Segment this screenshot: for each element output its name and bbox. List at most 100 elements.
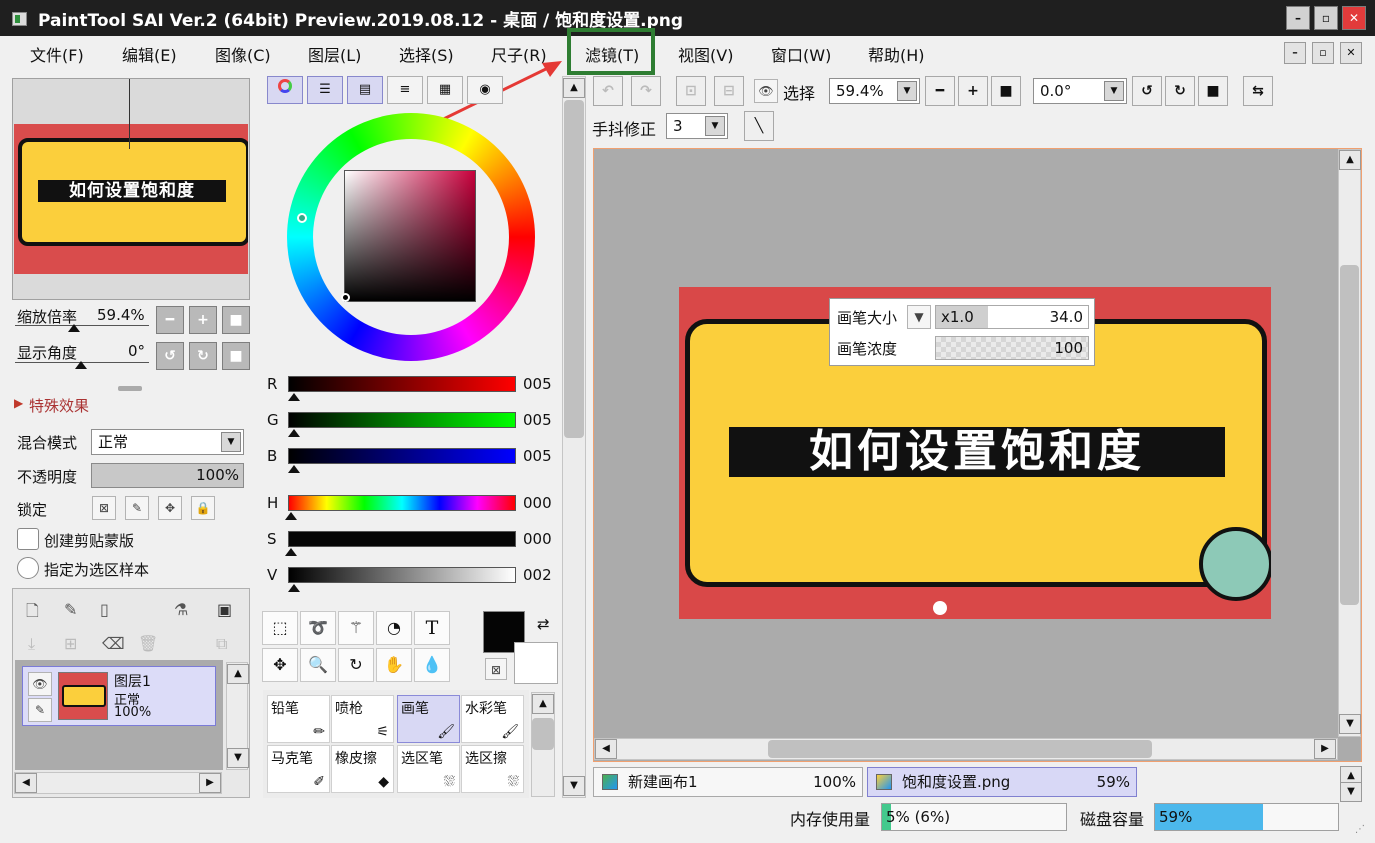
canvas-vscroll-thumb[interactable] — [1340, 265, 1359, 605]
channel-r-slider[interactable] — [288, 376, 516, 392]
zoom-tool[interactable]: 🔍 — [300, 648, 336, 682]
clip-mask-checkbox[interactable] — [17, 528, 39, 550]
merge-down-icon[interactable]: ⤓ — [28, 634, 35, 654]
channel-r-handle[interactable] — [288, 393, 300, 401]
rotate-reset-button[interactable]: ■ — [222, 342, 250, 370]
toolbar-zoom-in-button[interactable]: + — [958, 76, 988, 106]
doc-restore-button[interactable]: ▫ — [1312, 42, 1334, 64]
channel-s-handle[interactable] — [285, 548, 297, 556]
toolbar-rotate-reset-button[interactable]: ■ — [1198, 76, 1228, 106]
channel-g-handle[interactable] — [288, 429, 300, 437]
zoom-slider[interactable] — [15, 325, 149, 326]
opacity-bar[interactable]: 100% — [91, 463, 244, 488]
rotate-left-button[interactable]: ↺ — [156, 342, 184, 370]
brush-scroll-up-icon[interactable]: ▲ — [532, 694, 554, 714]
channel-h-slider[interactable] — [288, 495, 516, 511]
hsv-slider-tab[interactable]: ▤ — [347, 76, 383, 104]
effects-label[interactable]: 特殊效果 — [29, 395, 89, 416]
straight-line-button[interactable]: ╲ — [744, 111, 774, 141]
color-mixer-tab[interactable]: ◉ — [467, 76, 503, 104]
clear-layer-icon[interactable]: ⌫ — [102, 634, 125, 653]
selection-visibility-eye-icon[interactable]: 👁 — [754, 79, 778, 103]
copy-layer-icon[interactable]: ⊞ — [64, 634, 77, 653]
brush-airbrush[interactable]: 喷枪 ⚟ — [331, 695, 394, 743]
sv-handle[interactable] — [341, 293, 350, 302]
new-layer-icon[interactable]: 🗋 — [26, 600, 39, 627]
doc-tab-saturation[interactable]: 饱和度设置.png 59% — [867, 767, 1137, 797]
layer-transfer-icon[interactable]: ⧉ — [216, 634, 227, 654]
blend-mode-select[interactable]: 正常 ▼ — [91, 429, 244, 455]
panel-splitter[interactable] — [118, 386, 142, 391]
channel-r-value[interactable]: 005 — [523, 375, 552, 393]
scratchpad-tab[interactable]: ▦ — [427, 76, 463, 104]
scroll-right-icon[interactable]: ▶ — [199, 773, 221, 793]
zoom-reset-button[interactable]: ■ — [222, 306, 250, 334]
hue-handle[interactable] — [297, 213, 307, 223]
brush-scroll-thumb[interactable] — [532, 718, 554, 750]
swap-colors-icon[interactable]: ⇄ — [537, 615, 550, 633]
angle-slider-handle[interactable] — [75, 361, 87, 369]
channel-s-value[interactable]: 000 — [523, 530, 552, 548]
scroll-left-icon[interactable]: ◀ — [15, 773, 37, 793]
canvas-scroll-right-icon[interactable]: ▶ — [1314, 739, 1336, 759]
saturation-value-square[interactable] — [344, 170, 476, 302]
undo-button[interactable]: ↶ — [593, 76, 623, 106]
scroll-up-icon[interactable]: ▲ — [227, 664, 249, 684]
swatch-tab[interactable]: ≡ — [387, 76, 423, 104]
navigator-preview[interactable]: 如何设置饱和度 — [14, 124, 248, 274]
canvas-hscroll-thumb[interactable] — [768, 740, 1152, 758]
brush-pencil[interactable]: 铅笔 ✏ — [267, 695, 330, 743]
selection-sample-checkbox[interactable] — [17, 557, 39, 579]
toolbar-rotate-right-button[interactable]: ↻ — [1165, 76, 1195, 106]
layer-mask-icon[interactable]: ▣ — [217, 600, 232, 619]
channel-v-handle[interactable] — [288, 584, 300, 592]
lock-move-icon[interactable]: ✥ — [158, 496, 182, 520]
magic-wand-tool[interactable]: ⚚ — [338, 611, 374, 645]
brush-size-slider[interactable]: x1.0 34.0 — [935, 305, 1089, 329]
channel-v-slider[interactable] — [288, 567, 516, 583]
doc-close-button[interactable]: ✕ — [1340, 42, 1362, 64]
menu-edit[interactable]: 编辑(E) — [122, 42, 177, 66]
menu-image[interactable]: 图像(C) — [215, 42, 271, 66]
menu-window[interactable]: 窗口(W) — [771, 42, 831, 66]
channel-g-value[interactable]: 005 — [523, 411, 552, 429]
shape-tool[interactable]: ◔ — [376, 611, 412, 645]
channel-v-value[interactable]: 002 — [523, 566, 552, 584]
toolbar-rotate-left-button[interactable]: ↺ — [1132, 76, 1162, 106]
canvas-scroll-left-icon[interactable]: ◀ — [595, 739, 617, 759]
layer-effect-icon[interactable]: ⚗ — [174, 600, 188, 619]
layer-visibility-eye-icon[interactable]: 👁 — [28, 672, 52, 696]
color-wheel-tab[interactable] — [267, 76, 303, 104]
layer-edit-pencil-icon[interactable]: ✎ — [28, 698, 52, 722]
redo-button[interactable]: ↷ — [631, 76, 661, 106]
menu-view[interactable]: 视图(V) — [678, 42, 733, 66]
rect-select-tool[interactable]: ⬚ — [262, 611, 298, 645]
toolbar-zoom-out-button[interactable]: ━ — [925, 76, 955, 106]
brush-watercolor[interactable]: 水彩笔 🖌 — [461, 695, 524, 743]
eyedropper-tool[interactable]: 💧 — [414, 648, 450, 682]
panel-scroll-down-icon[interactable]: ▼ — [563, 776, 585, 796]
scroll-down-icon[interactable]: ▼ — [227, 748, 249, 768]
toolbar-angle-select[interactable]: 0.0° ▼ — [1033, 78, 1127, 104]
menu-help[interactable]: 帮助(H) — [868, 42, 925, 66]
delete-layer-icon[interactable]: 🗑 — [138, 634, 158, 653]
new-folder-icon[interactable]: ▯ — [100, 600, 109, 619]
move-tool[interactable]: ✥ — [262, 648, 298, 682]
canvas-scroll-up-icon[interactable]: ▲ — [1339, 150, 1361, 170]
rgb-slider-tab[interactable]: ☰ — [307, 76, 343, 104]
lock-paint-icon[interactable]: ✎ — [125, 496, 149, 520]
deselect-button[interactable]: ⊡ — [676, 76, 706, 106]
channel-b-handle[interactable] — [288, 465, 300, 473]
brush-eraser[interactable]: 橡皮擦 ◆ — [331, 745, 394, 793]
brush-marker[interactable]: 马克笔 ✐ — [267, 745, 330, 793]
channel-b-slider[interactable] — [288, 448, 516, 464]
close-button[interactable]: ✕ — [1342, 6, 1366, 30]
channel-s-slider[interactable] — [288, 531, 516, 547]
effects-expand-icon[interactable]: ▶ — [14, 396, 23, 410]
lock-all-icon[interactable]: 🔒 — [191, 496, 215, 520]
brush-brush[interactable]: 画笔 🖌 — [397, 695, 460, 743]
panel-scroll-up-icon[interactable]: ▲ — [563, 78, 585, 98]
brush-select-eraser[interactable]: 选区擦 ⛆ — [461, 745, 524, 793]
lock-transparency-icon[interactable]: ⊠ — [92, 496, 116, 520]
rotate-right-button[interactable]: ↻ — [189, 342, 217, 370]
